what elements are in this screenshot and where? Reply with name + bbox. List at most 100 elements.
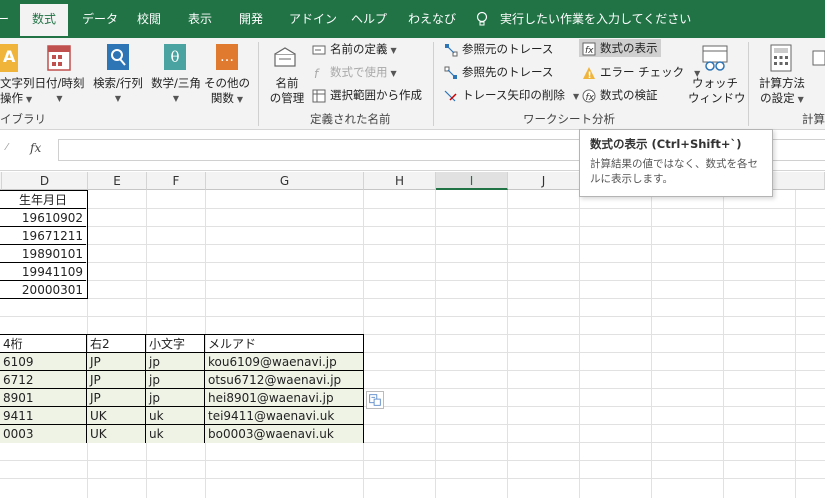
tab-review[interactable]: 校閲 <box>137 0 161 38</box>
show-formulas-label: 数式の表示 <box>600 41 658 55</box>
watch-window-icon <box>702 45 728 71</box>
define-name-icon <box>312 45 326 54</box>
birthdate-cell[interactable]: 20000301 <box>0 281 86 299</box>
column-header-h[interactable]: H <box>364 172 436 190</box>
table-cell[interactable]: UK <box>87 407 146 425</box>
tab-formulas[interactable]: 数式 <box>20 4 69 38</box>
table-cell[interactable]: 8901 <box>0 389 87 407</box>
table-cell[interactable]: 6712 <box>0 371 87 389</box>
calculation-options-button[interactable]: 計算方法 の設定 ▼ <box>756 76 808 107</box>
error-checking-button[interactable]: ! エラー チェック ▼ <box>582 63 700 81</box>
column-header-f[interactable]: F <box>147 172 206 190</box>
more-functions-icon: … <box>216 44 238 70</box>
use-in-formula-button[interactable]: f 数式で使用 ▼ <box>312 63 397 81</box>
birthdate-cell[interactable]: 19941109 <box>0 263 86 281</box>
name-manager-icon <box>274 47 296 67</box>
trace-dependents-button[interactable]: 参照先のトレース <box>444 63 553 81</box>
more-functions-button[interactable]: その他の 関数 ▼ <box>203 76 251 107</box>
column-header-g[interactable]: G <box>206 172 364 190</box>
calendar-icon <box>47 45 71 71</box>
lookup-reference-label: 検索/行列 <box>93 76 143 90</box>
create-from-selection-button[interactable]: 選択範囲から作成 <box>312 86 422 104</box>
table-cell[interactable]: uk <box>146 407 205 425</box>
email-table-header[interactable]: メルアド <box>205 335 363 353</box>
table-cell[interactable]: 0003 <box>0 425 87 443</box>
define-name-label: 名前の定義 <box>330 42 388 56</box>
formula-bar-resize-handle[interactable]: ⁄ <box>6 142 16 156</box>
email-table-header[interactable]: 小文字 <box>146 335 205 353</box>
tab-data[interactable]: データ <box>82 0 118 38</box>
function-library-group-label: イブラリ <box>0 112 46 126</box>
use-in-formula-label: 数式で使用 <box>330 65 388 79</box>
table-cell[interactable]: otsu6712@waenavi.jp <box>205 371 363 389</box>
math-trig-icon: θ <box>164 44 186 70</box>
insert-function-icon[interactable]: fx <box>30 141 41 155</box>
text-function-button[interactable]: 文字列 操作 ▼ <box>0 76 35 107</box>
column-header-d[interactable]: D <box>2 172 88 190</box>
table-cell[interactable]: 6109 <box>0 353 87 371</box>
table-cell[interactable]: JP <box>87 371 146 389</box>
evaluate-formula-button[interactable]: fx 数式の検証 <box>582 86 658 104</box>
math-trig-label: 数学/三角 <box>151 76 201 90</box>
tab-help[interactable]: ヘルプ <box>351 0 387 38</box>
calculate-now-icon[interactable] <box>812 50 825 66</box>
table-cell[interactable]: 9411 <box>0 407 87 425</box>
calculation-options-label-2: の設定 <box>760 91 795 105</box>
table-cell[interactable]: JP <box>87 389 146 407</box>
svg-text:fx: fx <box>586 93 595 103</box>
use-in-formula-icon: f <box>314 67 320 80</box>
ribbon-separator <box>748 42 749 126</box>
table-cell[interactable]: bo0003@waenavi.uk <box>205 425 363 443</box>
table-cell[interactable]: uk <box>146 425 205 443</box>
remove-arrows-icon <box>444 90 457 101</box>
ribbon-tab-bar: ー 数式 データ 校閲 表示 開発 アドイン ヘルプ わえなび 実行したい作業を… <box>0 0 825 38</box>
birthdate-header[interactable]: 生年月日 <box>0 191 86 209</box>
trace-dependents-icon <box>444 66 457 79</box>
table-cell[interactable]: UK <box>87 425 146 443</box>
birthdate-cell[interactable]: 19671211 <box>0 227 86 245</box>
tab-developer[interactable]: 開発 <box>239 0 263 38</box>
gridline <box>0 478 825 479</box>
date-time-button[interactable]: 日付/時刻 ▼ <box>32 76 87 106</box>
paste-options-icon[interactable] <box>366 391 384 409</box>
worksheet-grid[interactable]: D E F G H I J 生年月日 19610902 19671211 198… <box>0 172 825 498</box>
define-name-button[interactable]: 名前の定義 ▼ <box>312 40 397 58</box>
trace-precedents-icon <box>445 43 458 56</box>
tell-me-search[interactable]: 実行したい作業を入力してください <box>500 0 691 38</box>
gridline <box>0 262 825 263</box>
table-cell[interactable]: jp <box>146 353 205 371</box>
gridline <box>507 190 508 498</box>
error-checking-icon: ! <box>583 66 595 80</box>
table-cell[interactable]: kou6109@waenavi.jp <box>205 353 363 371</box>
tab-previous-partial[interactable]: ー <box>0 0 9 38</box>
lookup-reference-button[interactable]: 検索/行列 ▼ <box>89 76 147 106</box>
tab-waenavi[interactable]: わえなび <box>408 0 456 38</box>
email-table-header[interactable]: 4桁 <box>0 335 87 353</box>
tab-addins[interactable]: アドイン <box>289 0 337 38</box>
column-header-e[interactable]: E <box>88 172 147 190</box>
tab-view[interactable]: 表示 <box>188 0 212 38</box>
watch-window-button[interactable]: ウォッチ ウィンドウ <box>688 76 746 106</box>
email-table-header[interactable]: 右2 <box>87 335 146 353</box>
gridline <box>651 190 652 498</box>
more-functions-label-2: 関数 <box>210 91 234 105</box>
show-formulas-tooltip: 数式の表示 (Ctrl+Shift+`) 計算結果の値ではなく、数式を各セルに表… <box>579 129 773 197</box>
gridline <box>579 190 580 498</box>
math-trig-button[interactable]: 数学/三角 ▼ <box>147 76 205 106</box>
birthdate-cell[interactable]: 19610902 <box>0 209 86 227</box>
column-header-i[interactable]: I <box>436 172 508 190</box>
gridline <box>795 190 796 498</box>
gridline <box>435 190 436 498</box>
show-formulas-button[interactable]: fx 数式の表示 <box>579 39 661 57</box>
name-manager-button[interactable]: 名前 の管理 <box>267 76 307 106</box>
table-cell[interactable]: jp <box>146 389 205 407</box>
table-cell[interactable]: jp <box>146 371 205 389</box>
column-header-j[interactable]: J <box>508 172 580 190</box>
table-cell[interactable]: tei9411@waenavi.uk <box>205 407 363 425</box>
table-cell[interactable]: hei8901@waenavi.jp <box>205 389 363 407</box>
table-cell[interactable]: JP <box>87 353 146 371</box>
gridline <box>0 226 825 227</box>
birthdate-cell[interactable]: 19890101 <box>0 245 86 263</box>
remove-arrows-button[interactable]: トレース矢印の削除 ▼ <box>444 86 579 104</box>
trace-precedents-button[interactable]: 参照元のトレース <box>444 40 553 58</box>
